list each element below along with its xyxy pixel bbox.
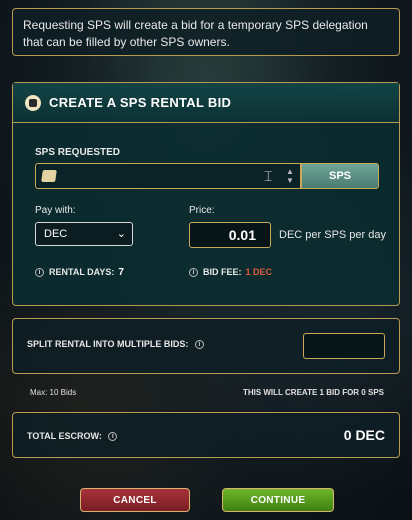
total-escrow-text: TOTAL ESCROW: (27, 431, 102, 441)
price-unit-text: DEC per SPS per day (279, 229, 386, 241)
info-icon[interactable]: i (189, 268, 198, 278)
split-rental-text: SPLIT RENTAL INTO MULTIPLE BIDS: (27, 339, 189, 349)
total-escrow-card: TOTAL ESCROW: i 0 DEC (12, 412, 400, 458)
info-icon[interactable]: i (35, 268, 44, 278)
scroll-icon (41, 170, 57, 182)
sps-token-button[interactable]: SPS (301, 163, 379, 189)
bid-card-header: CREATE A SPS RENTAL BID (13, 83, 399, 123)
cancel-button[interactable]: CANCEL (80, 488, 190, 512)
rental-bid-icon (25, 94, 41, 111)
bid-card-title: CREATE A SPS RENTAL BID (49, 95, 232, 110)
info-icon[interactable]: i (108, 432, 118, 442)
chevron-down-icon: ⌄ (116, 228, 126, 240)
text-cursor-icon: ⌶ (264, 168, 273, 184)
pay-with-value: DEC (44, 228, 68, 240)
notice-text: Requesting SPS will create a bid for a t… (23, 18, 368, 49)
split-rental-label: SPLIT RENTAL INTO MULTIPLE BIDS: i (27, 339, 209, 350)
pay-with-label: Pay with: (35, 205, 76, 216)
info-icon[interactable]: i (194, 340, 204, 350)
price-label: Price: (189, 205, 215, 216)
bid-summary-text: THIS WILL CREATE 1 BID FOR 0 SPS (242, 388, 384, 397)
info-notice: Requesting SPS will create a bid for a t… (12, 8, 400, 56)
continue-button[interactable]: CONTINUE (222, 488, 334, 512)
split-bids-input[interactable] (303, 333, 385, 359)
rental-days: i RENTAL DAYS: 7 (35, 267, 124, 278)
total-escrow-label: TOTAL ESCROW: i (27, 431, 122, 442)
sps-requested-input[interactable]: ⌶ ▲ ▼ (35, 163, 301, 189)
price-input[interactable]: 0.01 (189, 222, 271, 248)
sps-requested-label: SPS REQUESTED (35, 147, 121, 158)
split-rental-card: SPLIT RENTAL INTO MULTIPLE BIDS: i (12, 318, 400, 374)
total-escrow-value: 0 DEC (343, 427, 385, 443)
rental-days-value: 7 (118, 267, 124, 278)
create-bid-card: CREATE A SPS RENTAL BID SPS REQUESTED ⌶ … (12, 82, 400, 306)
bid-fee-value: 1 DEC (245, 267, 273, 277)
stepper-icon[interactable]: ▲ ▼ (284, 167, 296, 185)
bid-fee: i BID FEE: 1 DEC (189, 267, 273, 278)
rental-days-label: RENTAL DAYS: (49, 267, 115, 277)
bid-fee-label: BID FEE: (203, 267, 242, 277)
pay-with-select[interactable]: DEC ⌄ (35, 222, 133, 246)
max-bids-text: Max: 10 Bids (30, 388, 77, 397)
